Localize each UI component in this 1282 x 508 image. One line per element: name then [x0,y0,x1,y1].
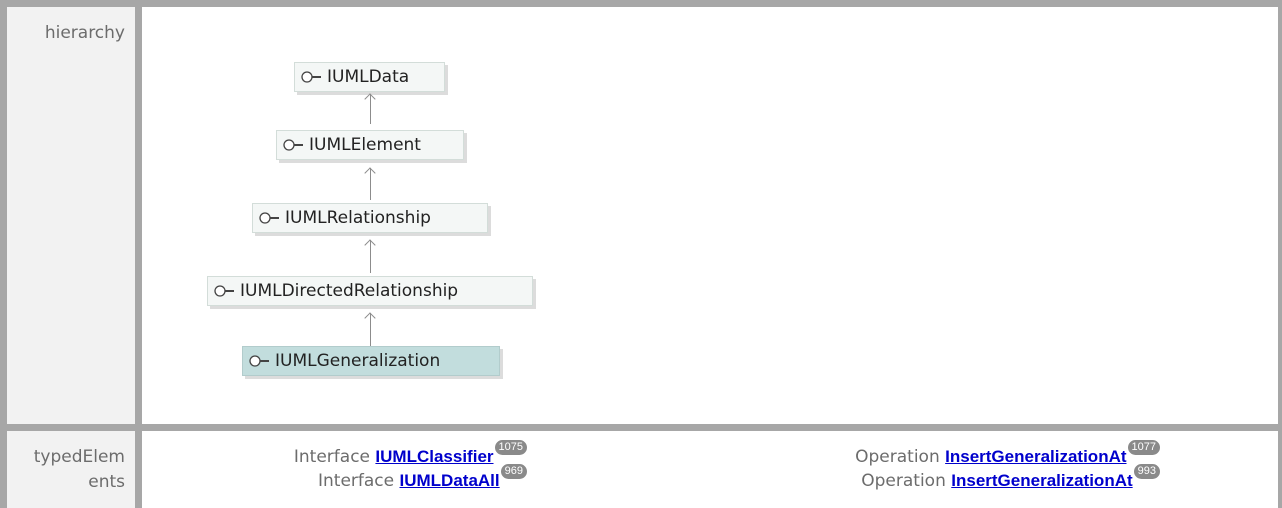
hierarchy-node-label: IUMLRelationship [285,208,431,228]
typed-element-link[interactable]: InsertGeneralizationAt [945,447,1126,466]
typed-element-link[interactable]: IUMLClassifier [375,447,493,466]
typed-elements-label-line1: typedElem [33,447,125,467]
typed-elements-label-cell: typedElem ents [7,431,135,508]
interface-lollipop-icon [249,355,271,367]
table-border-left [0,0,7,508]
count-badge: 993 [1133,464,1160,479]
table-border-top [0,0,1282,7]
typed-element-ref: Operation InsertGeneralizationAt 993 [861,464,1160,492]
hierarchy-node-iumldirectedrelationship[interactable]: IUMLDirectedRelationship [207,276,533,306]
typed-element-kind: Operation [855,447,940,467]
hierarchy-node-iumlgeneralization[interactable]: IUMLGeneralization [242,346,500,376]
interface-lollipop-icon [259,212,281,224]
interface-lollipop-icon [283,139,305,151]
table-row-divider [0,424,1282,431]
count-badge: 969 [500,464,527,479]
hierarchy-node-label: IUMLDirectedRelationship [240,281,459,301]
table-border-right [1278,0,1282,508]
table-border-middle [135,0,142,508]
typed-element-link[interactable]: IUMLDataAll [400,471,500,490]
count-badge: 1075 [494,440,527,455]
count-badge: 1077 [1127,440,1160,455]
typed-element-link[interactable]: InsertGeneralizationAt [951,471,1132,490]
hierarchy-node-iumlrelationship[interactable]: IUMLRelationship [252,203,488,233]
typed-element-kind: Interface [293,447,371,467]
interface-lollipop-icon [301,71,323,83]
hierarchy-node-iumldata[interactable]: IUMLData [294,62,445,92]
interface-lollipop-icon [214,285,236,297]
typed-element-kind: Interface [317,471,395,491]
hierarchy-label-cell: hierarchy [7,7,135,424]
typed-element-ref: Interface IUMLDataAll 969 [317,464,527,492]
hierarchy-node-label: IUMLGeneralization [275,351,441,371]
typed-elements-label-line2: ents [88,472,125,492]
typed-element-ref: Interface IUMLClassifier 1075 [293,440,527,468]
hierarchy-label: hierarchy [44,23,125,43]
typed-element-kind: Operation [861,471,946,491]
hierarchy-node-label: IUMLData [327,67,410,87]
hierarchy-node-iumlelement[interactable]: IUMLElement [276,130,464,160]
typed-element-ref: Operation InsertGeneralizationAt 1077 [855,440,1160,468]
hierarchy-node-label: IUMLElement [309,135,421,155]
